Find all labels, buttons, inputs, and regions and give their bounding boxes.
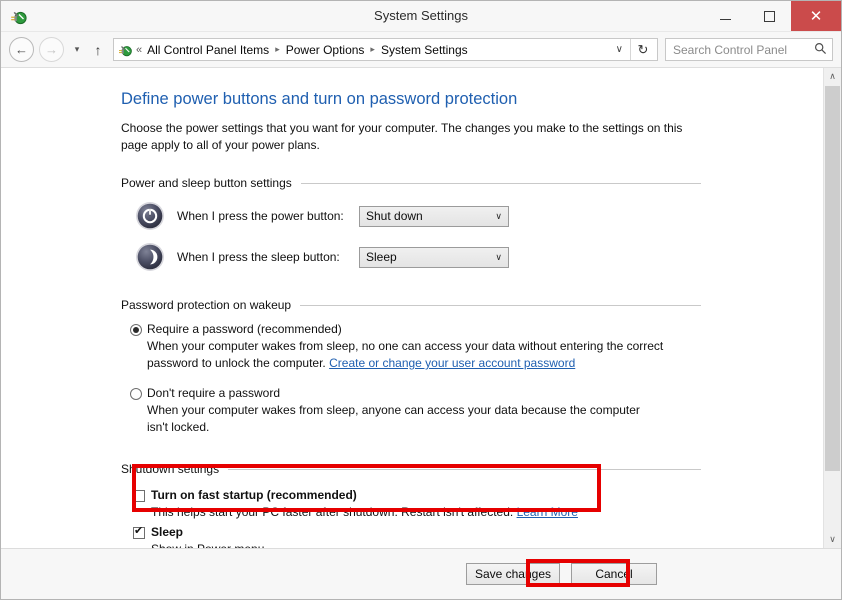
option-dont-require-password[interactable]: Don't require a password When your compu… <box>130 386 701 436</box>
window-controls: ✕ <box>703 1 841 31</box>
create-or-change-password-link[interactable]: Create or change your user account passw… <box>329 356 575 370</box>
radio-require-password[interactable] <box>130 324 142 336</box>
group-header: Shutdown settings <box>121 462 701 476</box>
group-header-label: Shutdown settings <box>121 462 220 476</box>
option-sleep-description: Show in Power menu. <box>151 541 683 548</box>
recent-locations-button[interactable]: ▾ <box>69 44 85 55</box>
content-area: Define power buttons and turn on passwor… <box>1 68 841 548</box>
group-header-label: Password protection on wakeup <box>121 298 292 312</box>
group-header-label: Power and sleep button settings <box>121 176 292 190</box>
minimize-button[interactable] <box>703 1 747 31</box>
group-divider <box>300 182 701 184</box>
chevron-down-icon: ∨ <box>829 534 836 544</box>
refresh-icon: ↻ <box>637 41 649 57</box>
power-button-action-dropdown[interactable]: Shut down ∨ <box>359 205 509 227</box>
power-plug-icon <box>118 42 133 57</box>
search-icon <box>814 42 827 58</box>
row-sleep-button: When I press the sleep button: Sleep ∨ <box>135 242 701 272</box>
row-power-button: When I press the power button: Shut down… <box>135 201 701 231</box>
group-divider <box>228 468 701 470</box>
save-changes-button[interactable]: Save changes <box>465 563 560 585</box>
scrollbar-thumb[interactable] <box>825 86 840 471</box>
maximize-button[interactable] <box>747 1 791 31</box>
option-turn-on-fast-startup[interactable]: Turn on fast startup (recommended) This … <box>133 488 701 521</box>
option-dont-require-password-label: Don't require a password <box>147 386 281 400</box>
dialog-footer: Save changes Cancel <box>1 548 841 599</box>
option-require-password[interactable]: Require a password (recommended) When yo… <box>130 322 701 372</box>
checkbox-turn-on-fast-startup[interactable] <box>133 490 145 502</box>
group-divider <box>300 304 701 306</box>
power-button-label: When I press the power button: <box>177 209 344 223</box>
option-fast-startup-description: This helps start your PC faster after sh… <box>151 504 683 521</box>
power-button-action-value: Shut down <box>366 209 423 223</box>
learn-more-link[interactable]: Learn More <box>517 505 578 519</box>
radio-dont-require-password[interactable] <box>130 388 142 400</box>
option-fast-startup-description-text: This helps start your PC faster after sh… <box>151 505 517 519</box>
sleep-button-action-value: Sleep <box>366 250 397 264</box>
option-sleep-label: Sleep <box>151 525 184 539</box>
settings-pane: Define power buttons and turn on passwor… <box>1 68 823 548</box>
chevron-right-icon: ▸ <box>275 44 280 54</box>
close-icon: ✕ <box>809 7 823 25</box>
page-title: Define power buttons and turn on passwor… <box>121 90 518 108</box>
option-require-password-label: Require a password (recommended) <box>147 322 342 336</box>
search-input[interactable] <box>671 41 814 58</box>
breadcrumb-item-power-options[interactable]: Power Options <box>286 43 365 57</box>
breadcrumb-dropdown-icon[interactable]: ∨ <box>609 44 630 55</box>
chevron-down-icon: ∨ <box>495 210 502 221</box>
option-sleep[interactable]: Sleep Show in Power menu. <box>133 525 701 548</box>
breadcrumb-bar[interactable]: « All Control Panel Items ▸ Power Option… <box>113 38 658 61</box>
title-bar: System Settings ✕ <box>1 1 841 32</box>
system-settings-window: System Settings ✕ ← → ▾ ↑ « All Control … <box>0 0 842 600</box>
cancel-button[interactable]: Cancel <box>571 563 657 585</box>
option-dont-require-password-line[interactable]: Don't require a password <box>130 386 701 400</box>
chevron-right-icon: ▸ <box>370 44 375 54</box>
option-require-password-description: When your computer wakes from sleep, no … <box>147 338 679 372</box>
sleep-button-action-dropdown[interactable]: Sleep ∨ <box>359 246 509 268</box>
option-dont-require-password-description: When your computer wakes from sleep, any… <box>147 403 640 434</box>
page-description: Choose the power settings that you want … <box>121 121 683 152</box>
chevron-down-icon: ∨ <box>495 251 502 262</box>
forward-arrow-icon: → <box>45 42 58 57</box>
option-require-password-line[interactable]: Require a password (recommended) <box>130 322 701 336</box>
option-fast-startup-line[interactable]: Turn on fast startup (recommended) <box>133 488 701 502</box>
scroll-down-button[interactable]: ∨ <box>824 531 841 548</box>
group-shutdown-settings: Shutdown settings Turn on fast startup (… <box>121 462 701 548</box>
up-arrow-icon: ↑ <box>94 41 102 58</box>
group-header: Password protection on wakeup <box>121 298 701 312</box>
back-button[interactable]: ← <box>9 37 34 62</box>
up-one-level-button[interactable]: ↑ <box>89 42 107 58</box>
chevron-down-icon: ▾ <box>74 44 80 54</box>
close-button[interactable]: ✕ <box>791 1 841 31</box>
breadcrumb-overflow-icon[interactable]: « <box>136 44 142 56</box>
breadcrumb-item-all-control-panel-items[interactable]: All Control Panel Items <box>147 43 269 57</box>
search-control-panel-box[interactable] <box>665 38 833 61</box>
address-toolbar: ← → ▾ ↑ « All Control Panel Items ▸ Powe… <box>1 32 841 68</box>
option-fast-startup-label: Turn on fast startup (recommended) <box>151 488 357 502</box>
chevron-up-icon: ∧ <box>829 71 836 81</box>
back-arrow-icon: ← <box>15 42 28 57</box>
checkbox-sleep[interactable] <box>133 525 145 539</box>
vertical-scrollbar[interactable]: ∧ ∨ <box>823 68 841 548</box>
scroll-up-button[interactable]: ∧ <box>824 68 841 85</box>
minimize-icon <box>719 18 731 20</box>
sleep-moon-icon <box>135 242 165 272</box>
sleep-button-label: When I press the sleep button: <box>177 250 340 264</box>
maximize-icon <box>763 10 775 22</box>
refresh-button[interactable]: ↻ <box>630 39 655 60</box>
settings-inner: Define power buttons and turn on passwor… <box>1 68 823 548</box>
option-sleep-line[interactable]: Sleep <box>133 525 701 539</box>
breadcrumb-item-system-settings[interactable]: System Settings <box>381 43 468 57</box>
power-button-icon <box>135 201 165 231</box>
forward-button[interactable]: → <box>39 37 64 62</box>
group-power-sleep-button-settings: Power and sleep button settings When I p… <box>121 176 701 272</box>
group-header: Power and sleep button settings <box>121 176 701 190</box>
group-password-protection-on-wakeup: Password protection on wakeup Require a … <box>121 298 701 436</box>
